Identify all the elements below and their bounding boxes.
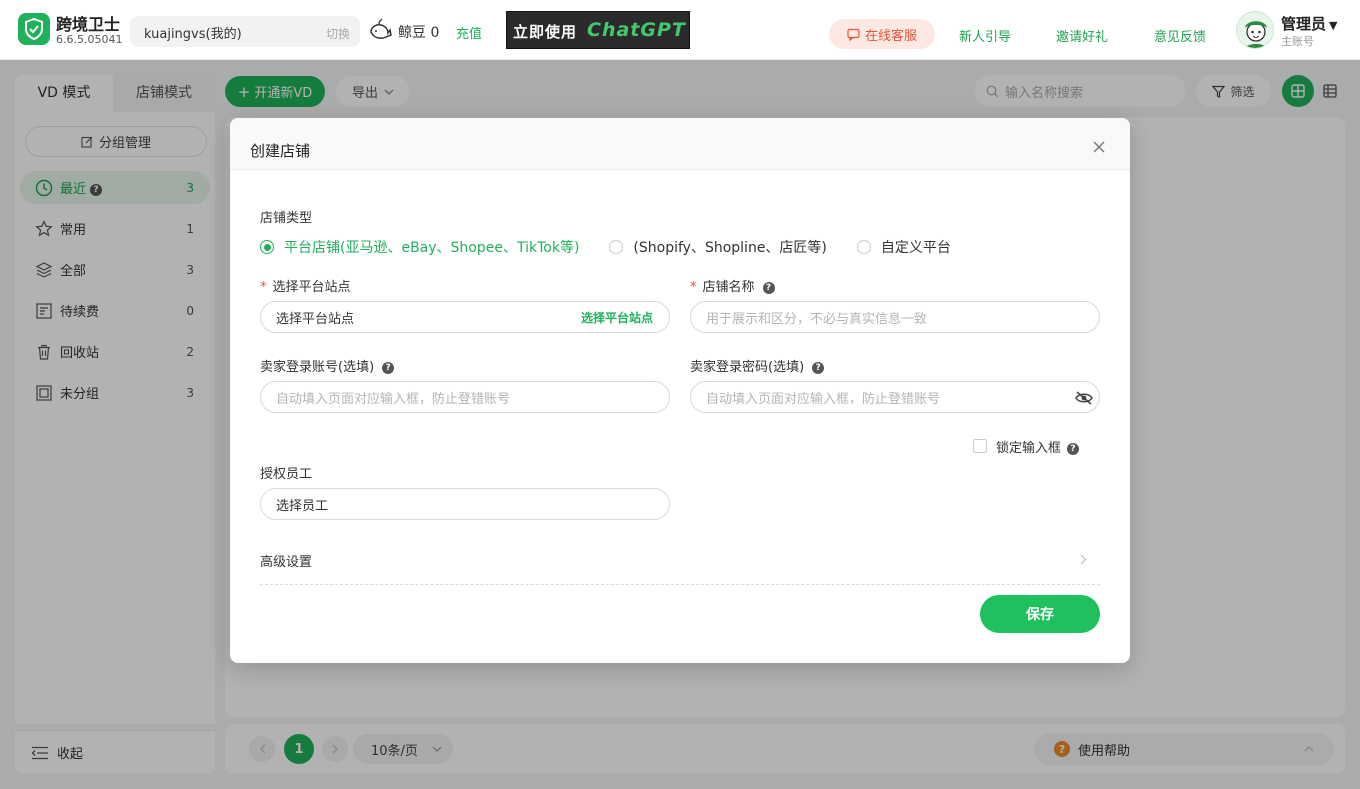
help-icon: ? — [762, 281, 775, 294]
login-password-label: 卖家登录密码(选填)? — [690, 356, 825, 375]
close-icon[interactable] — [1092, 140, 1108, 156]
store-type-radio-group: 平台店铺(亚马逊、eBay、Shopee、TikTok等) (Shopify、S… — [260, 237, 951, 257]
chevron-right-icon[interactable] — [1080, 554, 1087, 569]
login-password-placeholder: 自动填入页面对应输入框，防止登错账号 — [706, 391, 941, 407]
overlay-top — [0, 0, 1360, 60]
site-value: 选择平台站点 — [276, 311, 355, 327]
login-password-input[interactable]: 自动填入页面对应输入框，防止登错账号 — [690, 381, 1100, 413]
help-icon: ? — [812, 361, 825, 374]
select-site-link[interactable]: 选择平台站点 — [581, 309, 653, 326]
advanced-settings-toggle[interactable]: 高级设置 — [260, 551, 312, 570]
eye-off-icon[interactable] — [1075, 391, 1093, 405]
help-icon: ? — [382, 361, 395, 374]
store-name-input[interactable]: 用于展示和区分，不必与真实信息一致 — [690, 301, 1100, 333]
dialog-header: 创建店铺 — [230, 118, 1130, 170]
login-account-input[interactable]: 自动填入页面对应输入框，防止登错账号 — [260, 381, 670, 413]
staff-label: 授权员工 — [260, 467, 313, 482]
staff-select[interactable]: 选择员工 — [260, 488, 670, 520]
radio-independent-store-label[interactable]: (Shopify、Shopline、店匠等) — [633, 237, 826, 257]
login-account-label: 卖家登录账号(选填)? — [260, 356, 395, 375]
staff-value: 选择员工 — [276, 498, 329, 514]
site-label: * 选择平台站点 — [260, 280, 351, 295]
divider — [260, 584, 1100, 585]
platform-site-select[interactable]: 选择平台站点 选择平台站点 — [260, 301, 670, 333]
radio-platform-store-label[interactable]: 平台店铺(亚马逊、eBay、Shopee、TikTok等) — [284, 237, 579, 257]
radio-custom-platform-label[interactable]: 自定义平台 — [881, 237, 951, 257]
radio-custom-platform[interactable] — [856, 240, 871, 254]
radio-platform-store[interactable] — [260, 240, 274, 254]
login-account-placeholder: 自动填入页面对应输入框，防止登错账号 — [276, 391, 511, 407]
radio-independent-store[interactable] — [609, 240, 624, 254]
store-name-placeholder: 用于展示和区分，不必与真实信息一致 — [706, 311, 928, 327]
lock-input-label: 锁定输入框? — [996, 437, 1080, 456]
save-button[interactable]: 保存 — [980, 595, 1100, 633]
store-type-label: 店铺类型 — [260, 211, 313, 226]
help-icon: ? — [1067, 442, 1080, 455]
create-store-dialog: 创建店铺 店铺类型 平台店铺(亚马逊、eBay、Shopee、TikTok等) … — [230, 118, 1130, 663]
lock-input-checkbox[interactable] — [973, 439, 987, 453]
store-name-label: * 店铺名称? — [690, 276, 775, 295]
dialog-title: 创建店铺 — [250, 142, 311, 160]
